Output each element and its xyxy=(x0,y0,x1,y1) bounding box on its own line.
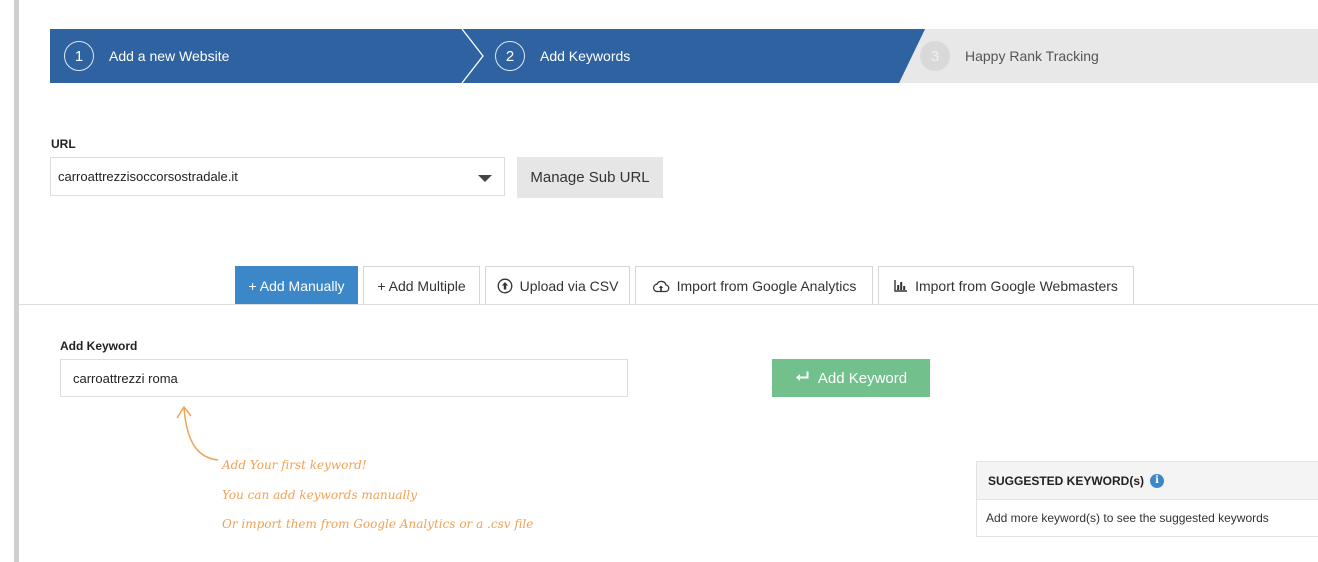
tab-import-google-webmasters[interactable]: Import from Google Webmasters xyxy=(878,266,1134,304)
step-number: 2 xyxy=(495,41,525,71)
wizard-background xyxy=(50,29,1318,83)
left-border xyxy=(14,0,19,562)
wizard-steps: 1 Add a new Website 2 Add Keywords 3 Hap… xyxy=(50,29,1318,83)
suggested-keywords-title: SUGGESTED KEYWORD(s) xyxy=(988,473,1145,488)
upload-circle-icon xyxy=(497,278,513,294)
suggested-keywords-header: SUGGESTED KEYWORD(s) i xyxy=(977,462,1318,500)
cloud-upload-icon xyxy=(652,279,670,293)
tab-import-google-analytics[interactable]: Import from Google Analytics xyxy=(635,266,873,304)
info-icon[interactable]: i xyxy=(1150,473,1165,488)
tab-label: Import from Google Webmasters xyxy=(915,277,1118,294)
wizard-step-2[interactable]: 2 Add Keywords xyxy=(495,29,630,83)
suggested-keywords-panel: SUGGESTED KEYWORD(s) i Add more keyword(… xyxy=(976,461,1318,537)
tab-upload-csv[interactable]: Upload via CSV xyxy=(485,266,630,304)
add-keyword-label: Add Keyword xyxy=(60,339,138,353)
manage-sub-url-button[interactable]: Manage Sub URL xyxy=(517,157,663,198)
step-label: Happy Rank Tracking xyxy=(965,48,1099,64)
wizard-step-1[interactable]: 1 Add a new Website xyxy=(64,29,229,83)
keyword-input[interactable]: carroattrezzi roma xyxy=(60,359,628,397)
tab-add-multiple[interactable]: + Add Multiple xyxy=(363,266,480,304)
step-label: Add Keywords xyxy=(540,48,631,64)
step-number: 1 xyxy=(64,41,94,71)
enter-arrow-icon xyxy=(795,370,810,387)
keyword-input-value: carroattrezzi roma xyxy=(73,370,178,386)
url-select[interactable]: carroattrezzisoccorsostradale.it xyxy=(50,157,505,196)
hint-line-3: Or import them from Google Analytics or … xyxy=(222,517,534,531)
step-label: Add a new Website xyxy=(109,48,230,64)
url-selected-value: carroattrezzisoccorsostradale.it xyxy=(58,169,238,184)
tab-add-manually[interactable]: + Add Manually xyxy=(235,266,358,304)
bar-chart-icon xyxy=(894,279,908,292)
tab-label: + Add Multiple xyxy=(377,277,466,294)
tab-label: Upload via CSV xyxy=(519,277,619,294)
suggested-keywords-body: Add more keyword(s) to see the suggested… xyxy=(986,511,1269,525)
hint-arrow-icon xyxy=(176,405,219,461)
hint-line-2: You can add keywords manually xyxy=(222,488,418,502)
tab-label: + Add Manually xyxy=(248,277,345,294)
wizard-step-3[interactable]: 3 Happy Rank Tracking xyxy=(920,29,1099,83)
chevron-down-icon[interactable] xyxy=(478,175,492,182)
url-label: URL xyxy=(51,137,76,151)
tab-label: Import from Google Analytics xyxy=(676,277,857,294)
step-number: 3 xyxy=(920,41,950,71)
add-keyword-button-label: Add Keyword xyxy=(817,369,908,387)
add-keyword-button[interactable]: Add Keyword xyxy=(772,359,930,397)
tabs-divider xyxy=(19,304,1318,305)
hint-line-1: Add Your first keyword! xyxy=(222,458,367,472)
